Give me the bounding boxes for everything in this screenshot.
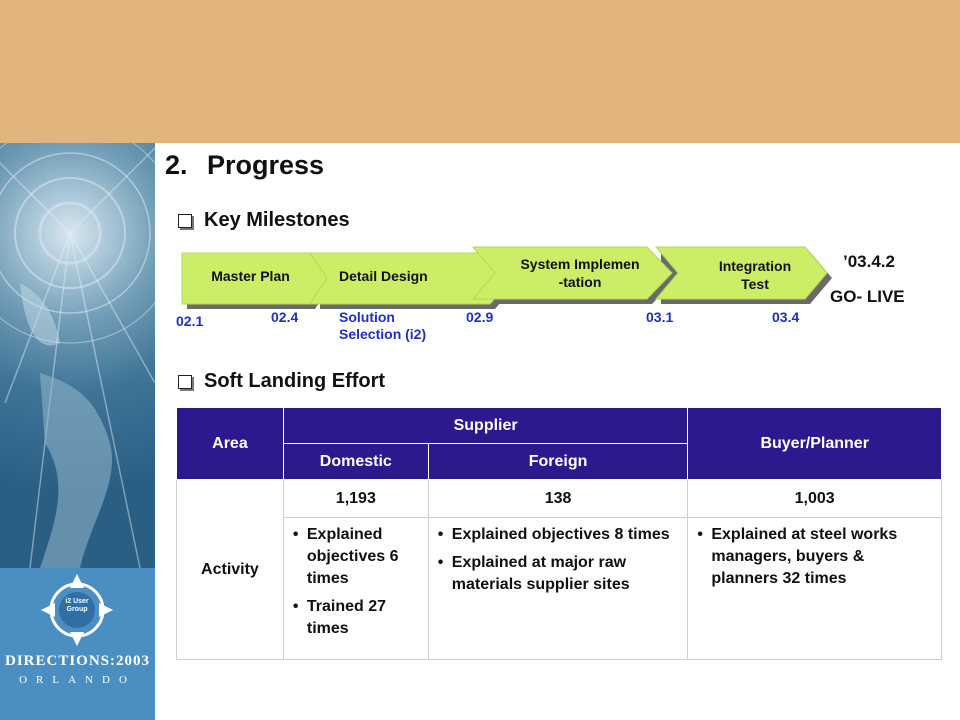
- header-domestic: Domestic: [282, 443, 429, 480]
- milestone-date: 03.1: [646, 309, 674, 325]
- row-label-activity: Activity: [176, 479, 284, 660]
- list-item: Explained objectives 8 times: [430, 524, 682, 546]
- milestone-date: 03.4: [772, 309, 800, 325]
- section-soft-landing: Soft Landing Effort: [178, 370, 385, 393]
- list-item: Explained at steel works managers, buyer…: [689, 524, 935, 590]
- golive-date: ’03.4.2: [843, 252, 895, 271]
- header-area: Area: [176, 407, 284, 480]
- checkbox-bullet-icon: [178, 374, 192, 389]
- golive-label: GO- LIVE: [830, 287, 905, 306]
- details-foreign: Explained objectives 8 times Explained a…: [427, 517, 689, 660]
- list-item: Explained objectives 6 times: [285, 524, 422, 590]
- count-foreign: 138: [427, 479, 689, 518]
- milestone-date: 02.9: [466, 309, 494, 325]
- phase-label-master-plan: Master Plan: [211, 268, 290, 284]
- soft-landing-table: Area Supplier Buyer/Planner Domestic For…: [176, 407, 942, 660]
- header-supplier: Supplier: [282, 407, 689, 444]
- phase-label-system-implementation: System Implemen -tation: [520, 256, 640, 290]
- count-domestic: 1,193: [282, 479, 429, 518]
- header-foreign: Foreign: [427, 443, 689, 480]
- details-buyer: Explained at steel works managers, buyer…: [687, 517, 942, 660]
- milestone-date: 02.4: [271, 309, 299, 325]
- count-buyer: 1,003: [687, 479, 942, 518]
- details-domestic: Explained objectives 6 times Trained 27 …: [282, 517, 429, 660]
- phase-label-integration-test: Integration Test: [718, 258, 792, 292]
- milestone-date: 02.1: [176, 313, 204, 329]
- list-item: Explained at major raw materials supplie…: [430, 552, 682, 596]
- phase-label-detail-design: Detail Design: [339, 268, 428, 284]
- header-buyer-planner: Buyer/Planner: [687, 407, 942, 480]
- milestone-note: Solution Selection (i2): [339, 309, 427, 342]
- section-title: Soft Landing Effort: [204, 370, 386, 392]
- list-item: Trained 27 times: [285, 596, 422, 640]
